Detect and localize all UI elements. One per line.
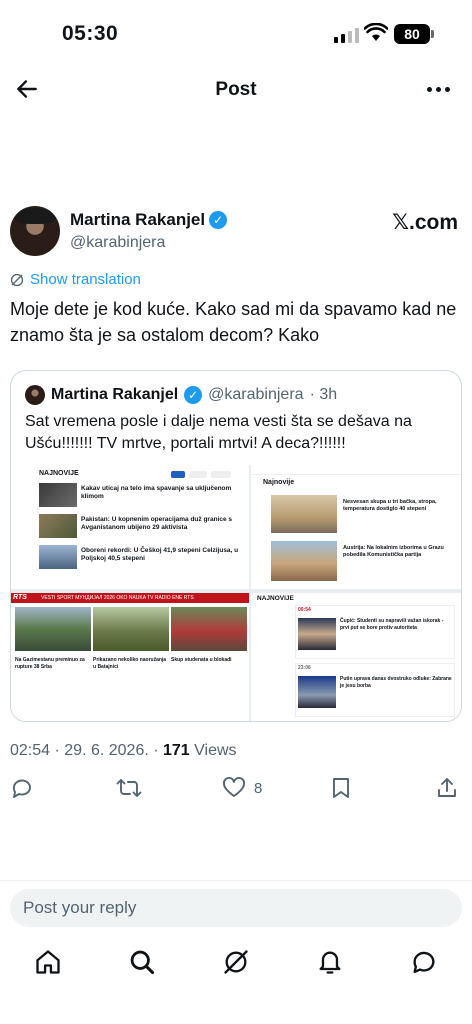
share-button[interactable]	[436, 776, 458, 800]
quoted-tweet-header: Martina Rakanjel ✓ @karabinjera · 3h	[25, 385, 337, 405]
article-thumbnail	[271, 495, 337, 533]
reply-input[interactable]: Post your reply	[10, 889, 462, 927]
site-heading: Najnovije	[263, 479, 295, 486]
article-time: 23:06	[298, 665, 311, 671]
notifications-icon[interactable]	[316, 948, 344, 976]
tweet-actions: 8	[0, 776, 472, 806]
site-article: Oboreni rekordi: U Češkoj 41,9 stepeni C…	[39, 545, 244, 569]
bookmark-icon	[333, 778, 349, 798]
site-heading: NAJNOVIJE	[257, 595, 294, 602]
tweet-meta: 02:54 · 29. 6. 2026. · 171 Views	[10, 742, 237, 759]
article-headline: Austrija: Na lokalnim izborima u Grazu p…	[343, 545, 444, 558]
bookmark-button[interactable]	[330, 776, 352, 800]
site-article: Na Gazimestanu preminuo za rupture 38 Sr…	[15, 607, 91, 670]
share-icon	[438, 778, 456, 797]
site-article: 23:06 Putin uprava danas dvostruko odluk…	[295, 663, 455, 717]
article-headline: Skup studenata u blokadi	[171, 657, 232, 663]
article-thumbnail	[298, 618, 336, 650]
site-button	[171, 471, 185, 478]
verified-icon: ✓	[209, 211, 228, 229]
site-article: Prikazano nekoliko naoružanja u Batajnic…	[93, 607, 169, 670]
site-nav-bar: VESTI SPORT МУНДИЈАЛ 2026 OKO NAUKA TV R…	[11, 593, 249, 603]
messages-icon[interactable]	[410, 948, 438, 976]
status-bar: 05:30 80	[0, 0, 472, 70]
article-thumbnail	[15, 607, 91, 651]
quoted-tweet-text: Sat vremena posle i dalje nema vesti šta…	[25, 413, 412, 452]
article-headline: Čupić: Studenti su napravili važan iskor…	[340, 618, 444, 631]
article-headline: Prikazano nekoliko naoružanja u Batajnic…	[93, 657, 167, 670]
tweet-time: 02:54	[10, 742, 51, 759]
tweet-text: Moje dete je kod kuće. Kako sad mi da sp…	[10, 299, 457, 345]
like-count: 8	[254, 779, 263, 797]
grok-icon[interactable]	[222, 948, 250, 976]
author-name-row[interactable]: Martina Rakanjel ✓	[70, 210, 228, 230]
tweet-author: Martina Rakanjel ✓ @karabinjera 𝕏.com	[10, 206, 458, 260]
article-headline: Nesvesan skupa u tri bačka, stropa, temp…	[343, 499, 437, 512]
view-count: 171	[163, 742, 190, 759]
article-thumbnail	[271, 541, 337, 581]
views-label: Views	[194, 742, 237, 759]
signal-icon	[334, 27, 359, 43]
article-headline: Na Gazimestanu preminuo za rupture 38 Sr…	[15, 657, 85, 670]
article-headline: Kakav uticaj na telo ima spavanje sa ukl…	[81, 485, 232, 500]
site-article: Skup studenata u blokadi	[171, 607, 247, 664]
author-handle[interactable]: @karabinjera	[70, 234, 165, 252]
retweet-button[interactable]	[116, 776, 142, 800]
reply-icon	[12, 779, 31, 798]
article-thumbnail	[39, 514, 77, 538]
quoted-author-name: Martina Rakanjel	[51, 386, 179, 403]
battery-indicator: 80	[394, 24, 434, 44]
quoted-tweet-media[interactable]: NAJNOVIJE Kakav uticaj na telo ima spava…	[11, 465, 461, 721]
show-translation-label[interactable]: Show translation	[30, 271, 141, 288]
site-article: Kakav uticaj na telo ima spavanje sa ukl…	[39, 483, 244, 507]
quoted-author-handle: @karabinjera	[208, 386, 304, 403]
article-thumbnail	[298, 676, 336, 708]
verified-icon: ✓	[184, 386, 203, 404]
site-article: 00:54 Čupić: Studenti su napravili važan…	[295, 605, 455, 659]
media-screenshot-3: VESTI SPORT МУНДИЈАЛ 2026 OKO NAUKA TV R…	[11, 593, 249, 721]
like-button[interactable]: 8	[222, 776, 262, 800]
article-time: 00:54	[298, 607, 311, 613]
search-icon[interactable]	[128, 948, 156, 976]
source-label: 𝕏.com	[392, 211, 458, 234]
media-screenshot-2: Najnovije Nesvesan skupa u tri bačka, st…	[251, 465, 461, 589]
site-article: Pakistan: U kopnenim operacijama duž gra…	[39, 514, 244, 538]
site-logo: RTS	[13, 594, 27, 601]
article-thumbnail	[39, 545, 77, 569]
like-icon	[223, 776, 245, 797]
media-screenshot-1: NAJNOVIJE Kakav uticaj na telo ima spava…	[11, 465, 249, 589]
article-headline: Pakistan: U kopnenim operacijama duž gra…	[81, 516, 232, 531]
site-button	[211, 471, 231, 478]
author-name[interactable]: Martina Rakanjel	[70, 210, 205, 230]
site-button	[189, 471, 207, 478]
wifi-icon	[364, 23, 388, 41]
article-thumbnail	[93, 607, 169, 651]
quoted-tweet[interactable]: Martina Rakanjel ✓ @karabinjera · 3h Sat…	[10, 370, 462, 722]
article-thumbnail	[39, 483, 77, 507]
site-heading: NAJNOVIJE	[39, 470, 79, 477]
media-screenshot-4: NAJNOVIJE 00:54 Čupić: Studenti su napra…	[251, 593, 461, 721]
tweet-date: 29. 6. 2026.	[64, 742, 149, 759]
retweet-icon	[116, 779, 142, 797]
translate-icon	[10, 273, 24, 286]
status-time: 05:30	[62, 22, 119, 45]
article-thumbnail	[171, 607, 247, 651]
bottom-tab-bar	[0, 942, 472, 982]
page-title: Post	[215, 79, 257, 100]
reply-button[interactable]	[10, 776, 34, 800]
article-headline: Putin uprava danas dvostruko odluke: Zab…	[340, 676, 452, 689]
top-nav: Post	[0, 70, 472, 110]
avatar[interactable]	[10, 206, 60, 256]
show-translation-link[interactable]: Show translation	[10, 271, 141, 288]
quoted-tweet-age: · 3h	[309, 386, 338, 403]
avatar	[25, 385, 45, 405]
more-icon[interactable]	[427, 87, 450, 92]
article-headline: Oboreni rekordi: U Češkoj 41,9 stepeni C…	[81, 547, 239, 562]
home-icon[interactable]	[34, 948, 62, 976]
site-header	[251, 465, 461, 475]
divider	[0, 880, 472, 881]
